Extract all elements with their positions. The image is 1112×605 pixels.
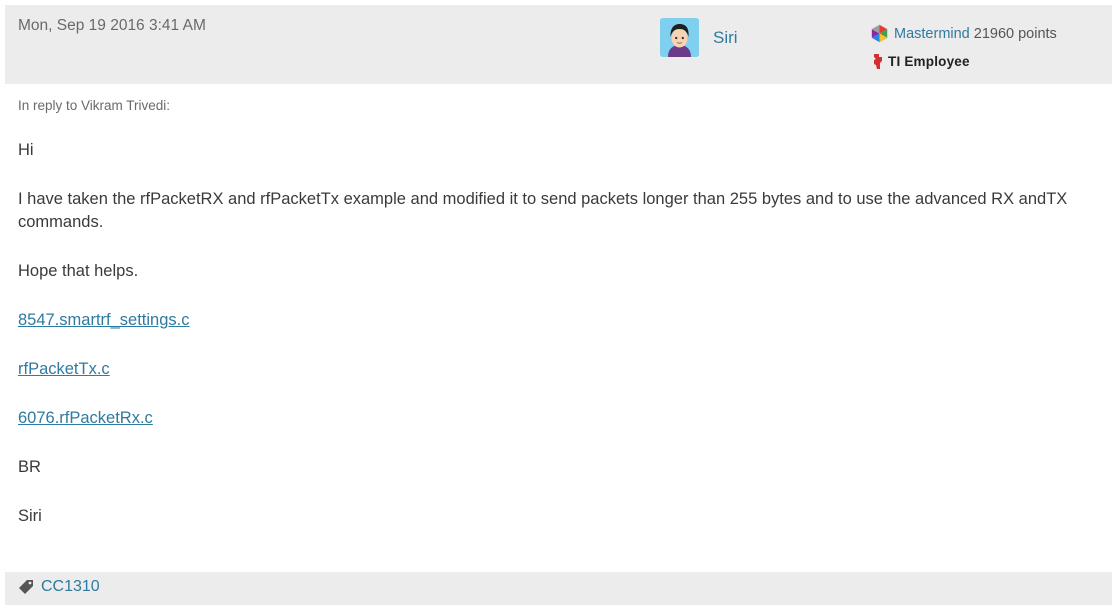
reply-to-label: In reply to Vikram Trivedi: — [18, 98, 171, 113]
post-timestamp: Mon, Sep 19 2016 3:41 AM — [18, 17, 206, 34]
rank-name-link[interactable]: Mastermind — [894, 26, 970, 42]
mastermind-rank-icon — [871, 24, 888, 43]
post-footer: CC1310 — [5, 572, 1112, 605]
employee-badge: TI Employee — [872, 53, 970, 70]
signature-text: Siri — [18, 507, 42, 525]
author-name-link[interactable]: Siri — [713, 28, 738, 48]
greeting-text: Hi — [18, 141, 34, 159]
attachment-link[interactable]: 8547.smartrf_settings.c — [18, 309, 1078, 332]
ti-logo-icon — [874, 54, 882, 69]
attachment-link[interactable]: rfPacketTx.c — [18, 358, 1078, 381]
tag-icon — [19, 580, 33, 594]
tag-label[interactable]: CC1310 — [41, 578, 100, 596]
points-count: 21960 points — [973, 25, 1057, 42]
employee-badge-label: TI Employee — [888, 54, 970, 69]
forum-post: Mon, Sep 19 2016 3:41 AM Siri Mastermind… — [5, 5, 1112, 605]
rank-block: Mastermind 21960 points — [870, 24, 1057, 43]
author-block: Siri — [660, 18, 738, 57]
closing-text: BR — [18, 458, 41, 476]
user-avatar-icon[interactable] — [660, 18, 699, 57]
post-body: In reply to Vikram Trivedi: Hi I have ta… — [18, 98, 1078, 554]
body-text: I have taken the rfPacketRX and rfPacket… — [18, 190, 1068, 231]
post-header: Mon, Sep 19 2016 3:41 AM Siri Mastermind… — [5, 5, 1112, 84]
tag-link[interactable]: CC1310 — [18, 578, 100, 596]
attachment-link[interactable]: 6076.rfPacketRx.c — [18, 407, 1078, 430]
body-text: Hope that helps. — [18, 262, 139, 280]
